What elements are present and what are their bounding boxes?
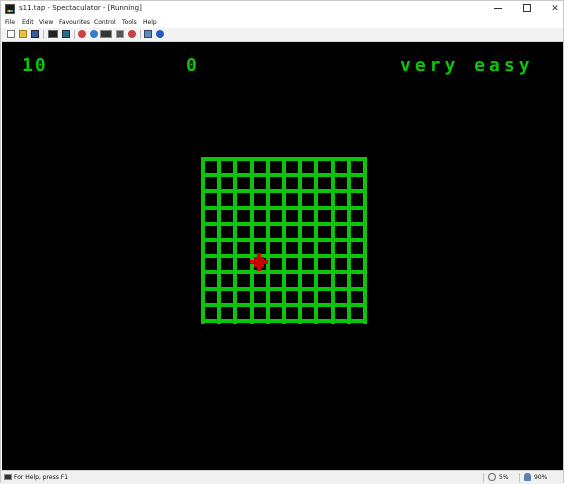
status-bar: For Help, press F1 5% 90% bbox=[1, 470, 563, 484]
score-counter: 0 bbox=[186, 55, 199, 76]
maze-horizontal-bar bbox=[201, 270, 367, 274]
new-icon[interactable] bbox=[7, 30, 15, 38]
close-icon: ✕ bbox=[551, 4, 559, 14]
toolbar-separator bbox=[140, 30, 141, 39]
spectrum-screen[interactable]: 10 0 very easy bbox=[2, 42, 563, 470]
search-icon[interactable] bbox=[128, 30, 136, 38]
menu-edit[interactable]: Edit bbox=[22, 18, 34, 28]
status-separator bbox=[483, 473, 484, 482]
maze-grid bbox=[201, 157, 367, 324]
difficulty-label: very easy bbox=[400, 55, 534, 76]
maximize-button[interactable] bbox=[513, 1, 541, 18]
keyboard-status-icon bbox=[4, 474, 12, 480]
debugger-icon[interactable] bbox=[116, 30, 124, 38]
maze-vertical-bar bbox=[363, 157, 367, 324]
disc-icon[interactable] bbox=[90, 30, 98, 38]
maze-vertical-bar bbox=[347, 157, 351, 324]
save-icon[interactable] bbox=[31, 30, 39, 38]
maze-horizontal-bar bbox=[201, 254, 367, 258]
tape-icon[interactable] bbox=[48, 30, 58, 38]
lives-counter: 10 bbox=[22, 55, 48, 76]
record-icon[interactable] bbox=[78, 30, 86, 38]
toolbar-separator bbox=[74, 30, 75, 39]
menu-tools[interactable]: Tools bbox=[122, 18, 137, 28]
minimize-icon bbox=[494, 8, 502, 9]
menu-view[interactable]: View bbox=[39, 18, 53, 28]
speed-gauge-icon bbox=[488, 473, 496, 481]
maze-horizontal-bar bbox=[201, 287, 367, 291]
toolbar bbox=[1, 28, 563, 42]
maze-vertical-bar bbox=[331, 157, 335, 324]
menu-help[interactable]: Help bbox=[143, 18, 157, 28]
menu-file[interactable]: File bbox=[5, 18, 15, 28]
keyboard-icon[interactable] bbox=[100, 30, 112, 38]
emulator-window: s11.tap - Spectaculator - [Running] ✕ Fi… bbox=[0, 0, 564, 484]
window-title: s11.tap - Spectaculator - [Running] bbox=[19, 4, 142, 12]
maze-vertical-bar bbox=[298, 157, 302, 324]
menu-control[interactable]: Control bbox=[94, 18, 116, 28]
status-help-text: For Help, press F1 bbox=[14, 474, 69, 481]
toolbar-separator bbox=[43, 30, 44, 39]
help-icon[interactable] bbox=[156, 30, 164, 38]
spectaculator-app-icon[interactable] bbox=[5, 4, 15, 14]
close-button[interactable]: ✕ bbox=[541, 1, 564, 18]
minimize-button[interactable] bbox=[484, 1, 512, 18]
maze-horizontal-bar bbox=[201, 303, 367, 307]
menu-favourites[interactable]: Favourites bbox=[59, 18, 90, 28]
menu-bar: File Edit View Favourites Control Tools … bbox=[1, 18, 563, 28]
snapshot-icon[interactable] bbox=[62, 30, 70, 38]
maze-horizontal-bar bbox=[201, 319, 367, 323]
maze-vertical-bar bbox=[314, 157, 318, 324]
maximize-icon bbox=[523, 3, 531, 12]
volume-icon bbox=[524, 473, 531, 481]
player-vertical-bar bbox=[257, 253, 261, 271]
title-bar[interactable]: s11.tap - Spectaculator - [Running] ✕ bbox=[1, 1, 563, 18]
volume-value: 90% bbox=[534, 474, 548, 481]
open-folder-icon[interactable] bbox=[19, 30, 27, 38]
speed-value: 5% bbox=[499, 474, 509, 481]
maze-horizontal-bar bbox=[201, 238, 367, 242]
joystick-icon[interactable] bbox=[144, 30, 152, 38]
status-separator bbox=[519, 473, 520, 482]
